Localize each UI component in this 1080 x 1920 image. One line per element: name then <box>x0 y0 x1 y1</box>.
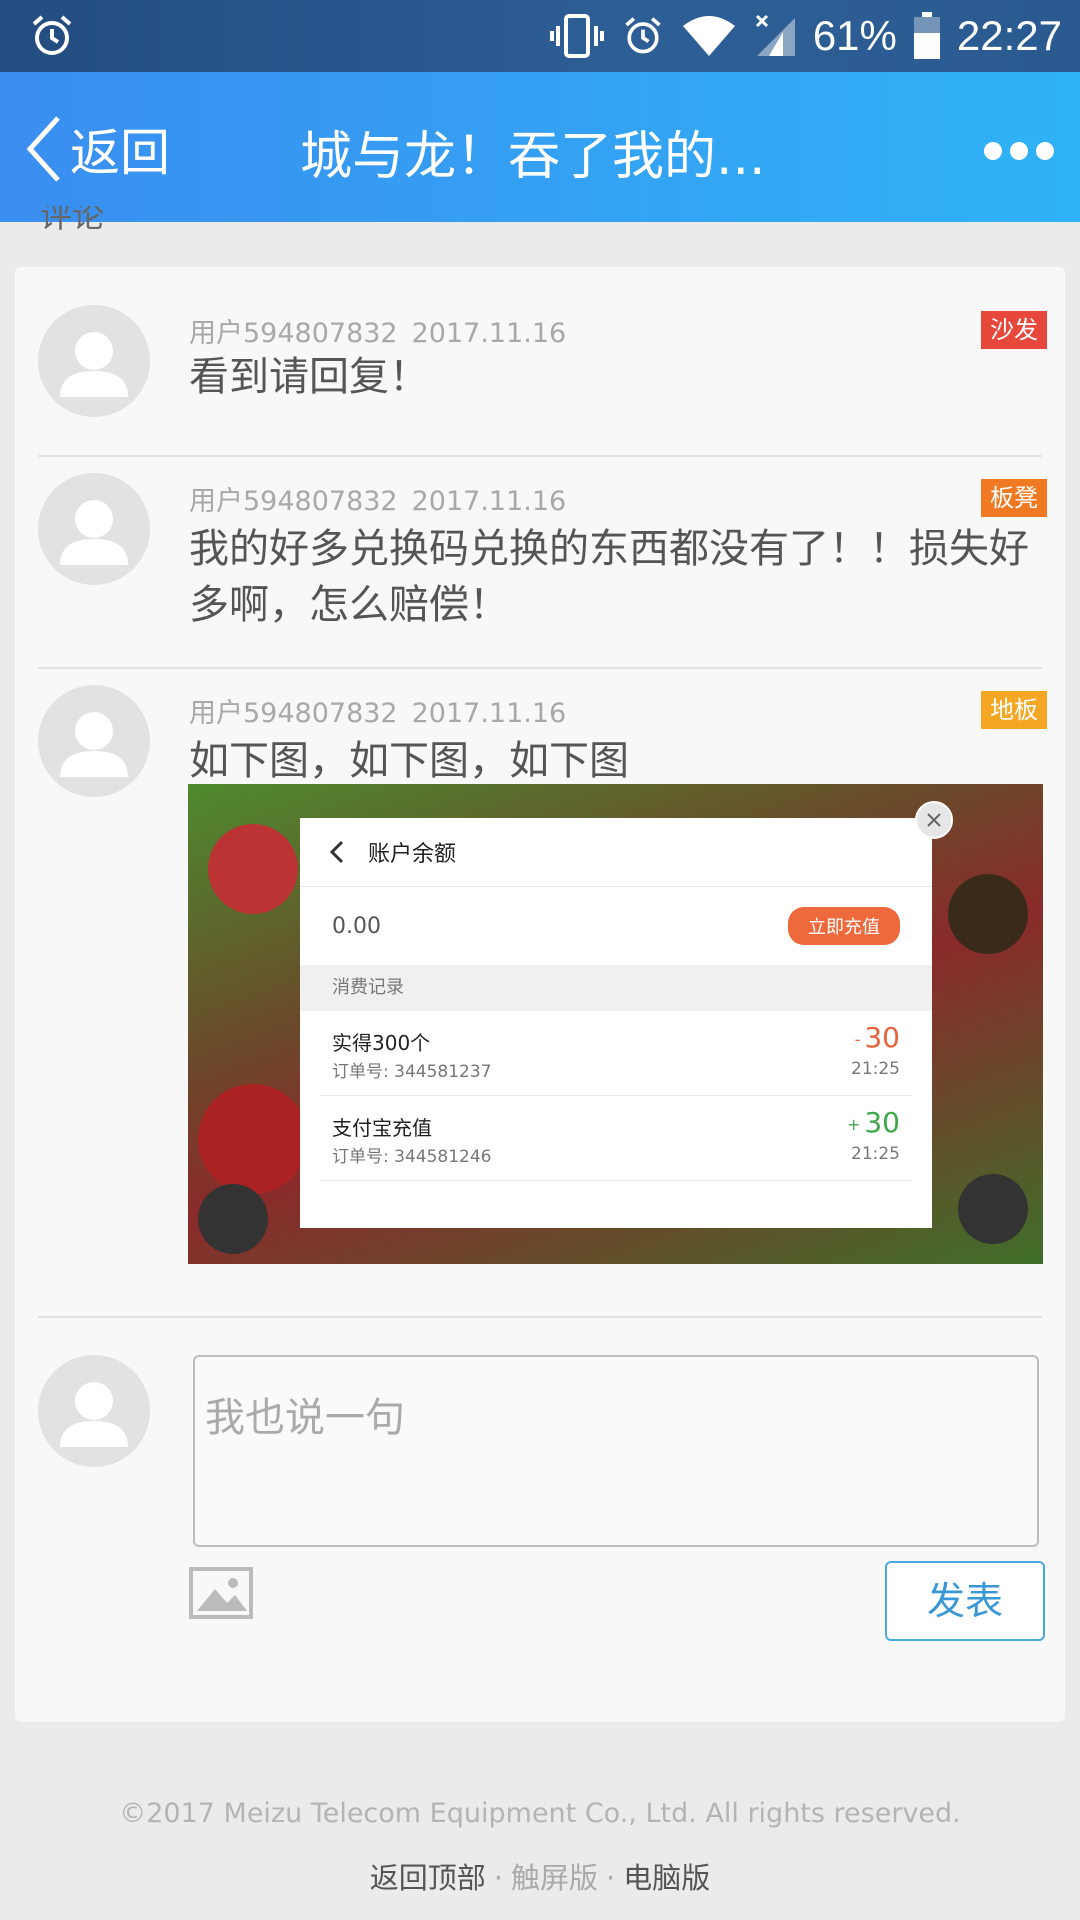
comment-text: 我的好多兑换码兑换的东西都没有了！！损失好多啊，怎么赔偿！ <box>189 526 1029 628</box>
game-decoration <box>198 1184 268 1254</box>
post-button[interactable]: 发表 <box>885 1561 1045 1641</box>
signal-icon <box>755 14 795 56</box>
comment-user[interactable]: 用户594807832 <box>189 318 398 349</box>
battery-percent: 61% <box>812 12 897 59</box>
alarm-icon <box>32 15 72 55</box>
more-dots-icon[interactable] <box>984 138 1054 164</box>
record-row: 实得300个 订单号: 344581237 -30 21:25 <box>320 1011 912 1096</box>
record-time: 21:25 <box>851 1059 900 1079</box>
comment-user[interactable]: 用户594807832 <box>189 698 398 729</box>
comment-text: 看到请回复！ <box>189 354 429 400</box>
touch-version-link[interactable]: 触屏版 <box>511 1861 598 1895</box>
attached-image[interactable]: 账户余额 0.00 立即充值 消费记录 实得300个 订单号: 34458123… <box>188 784 1043 1264</box>
avatar[interactable] <box>38 473 150 585</box>
comment-date: 2017.11.16 <box>411 318 567 349</box>
comment-meta: 用户594807832 2017.11.16 <box>189 691 566 730</box>
footer-links: 返回顶部 · 触屏版 · 电脑版 <box>369 1861 711 1895</box>
amount-value: 30 <box>864 1106 900 1139</box>
user-avatar-icon <box>60 1382 128 1447</box>
avatar[interactable] <box>38 305 150 417</box>
avatar[interactable] <box>38 685 150 797</box>
reply-input[interactable] <box>193 1355 1039 1547</box>
back-button[interactable]: 返回 <box>24 114 170 184</box>
balance-amount: 0.00 <box>332 913 381 939</box>
user-avatar-icon <box>60 332 128 397</box>
record-name: 实得300个 <box>332 1031 431 1055</box>
close-icon <box>915 801 953 839</box>
user-avatar-icon <box>60 500 128 565</box>
amount-sign: + <box>846 1114 861 1134</box>
amount-value: 30 <box>864 1021 900 1054</box>
image-upload-icon[interactable] <box>189 1567 253 1619</box>
app-header: 返回 城与龙！吞了我的... <box>0 72 1080 222</box>
dialog-header: 账户余额 <box>300 818 932 887</box>
amount-sign: - <box>854 1029 861 1049</box>
comment-date: 2017.11.16 <box>411 698 567 729</box>
game-decoration <box>208 824 298 914</box>
game-decoration <box>198 1084 308 1194</box>
vibrate-icon <box>549 14 604 58</box>
record-row: 支付宝充值 订单号: 344581246 +30 21:25 <box>320 1096 912 1181</box>
page-title: 城与龙！吞了我的... <box>300 127 766 187</box>
floor-badge: 板凳 <box>981 479 1047 517</box>
balance-row: 0.00 立即充值 <box>300 887 932 965</box>
records-section-label: 消费记录 <box>300 965 932 1011</box>
comment-date: 2017.11.16 <box>411 486 567 517</box>
battery-icon <box>913 12 940 59</box>
user-avatar-icon <box>60 712 128 777</box>
divider <box>38 1316 1042 1318</box>
record-name: 支付宝充值 <box>332 1116 432 1140</box>
pc-version-link[interactable]: 电脑版 <box>623 1861 710 1895</box>
alarm-status-icon <box>625 17 661 54</box>
copyright-text: ©2017 Meizu Telecom Equipment Co., Ltd. … <box>119 1798 961 1829</box>
record-time: 21:25 <box>851 1144 900 1164</box>
divider <box>38 667 1042 669</box>
game-decoration <box>958 1174 1028 1244</box>
dialog-title: 账户余额 <box>368 842 457 867</box>
comment-text: 如下图，如下图，如下图 <box>189 738 629 784</box>
section-label: 评论 <box>40 206 105 235</box>
floor-badge: 地板 <box>981 691 1047 729</box>
charge-button: 立即充值 <box>788 907 900 945</box>
back-to-top-link[interactable]: 返回顶部 <box>370 1861 486 1895</box>
record-order: 订单号: 344581246 <box>332 1147 492 1167</box>
chevron-left-icon <box>26 116 60 182</box>
record-amount: +30 <box>847 1106 900 1139</box>
record-order: 订单号: 344581237 <box>332 1062 492 1082</box>
balance-dialog: 账户余额 0.00 立即充值 消费记录 实得300个 订单号: 34458123… <box>300 818 932 1228</box>
status-bar: 61% 22:27 <box>0 0 1080 72</box>
comment-user[interactable]: 用户594807832 <box>189 486 398 517</box>
clock: 22:27 <box>956 12 1062 59</box>
chevron-left-icon <box>329 840 344 864</box>
record-amount: -30 <box>855 1021 900 1054</box>
wifi-icon <box>682 16 735 56</box>
game-decoration <box>948 874 1028 954</box>
back-label: 返回 <box>70 124 170 182</box>
avatar <box>38 1355 150 1467</box>
comment-meta: 用户594807832 2017.11.16 <box>189 311 566 350</box>
divider <box>38 455 1042 457</box>
comment-meta: 用户594807832 2017.11.16 <box>189 479 566 518</box>
floor-badge: 沙发 <box>981 311 1047 349</box>
